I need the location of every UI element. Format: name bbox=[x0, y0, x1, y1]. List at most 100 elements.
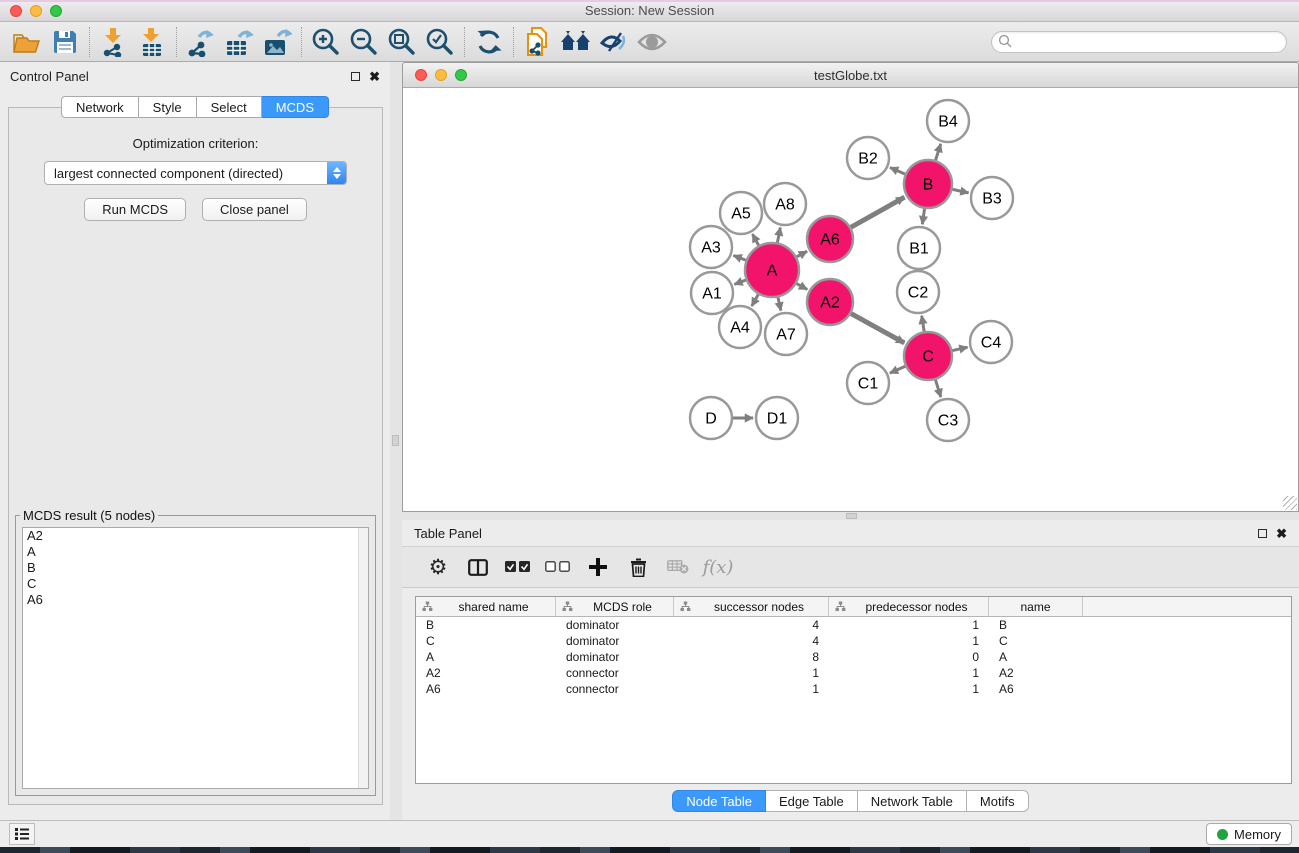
table-cell[interactable]: C bbox=[989, 633, 1083, 649]
table-cell[interactable]: C bbox=[416, 633, 556, 649]
clone-network-button[interactable] bbox=[519, 25, 557, 59]
graph-edge-A-A6[interactable] bbox=[796, 251, 807, 257]
network-graph[interactable]: ABCA2A6A1A3A4A5A7A8B1B2B3B4C1C2C3C4DD1 bbox=[403, 88, 1298, 510]
vertical-splitter[interactable] bbox=[390, 62, 402, 820]
zoom-in-button[interactable] bbox=[307, 25, 345, 59]
table-row[interactable]: A6connector11A6 bbox=[416, 681, 1291, 697]
network-canvas[interactable]: ABCA2A6A1A3A4A5A7A8B1B2B3B4C1C2C3C4DD1 bbox=[402, 88, 1299, 512]
export-network-button[interactable] bbox=[182, 25, 220, 59]
tab-network-table[interactable]: Network Table bbox=[858, 790, 967, 812]
table-row[interactable]: Bdominator41B bbox=[416, 617, 1291, 633]
select-all-columns-button[interactable] bbox=[500, 550, 536, 584]
graph-edge-C-C1[interactable] bbox=[890, 366, 906, 373]
table-row[interactable]: A2connector11A2 bbox=[416, 665, 1291, 681]
unselect-all-columns-button[interactable] bbox=[540, 550, 576, 584]
zoom-selected-button[interactable] bbox=[421, 25, 459, 59]
result-list-item[interactable]: A bbox=[23, 544, 368, 560]
zoom-fit-button[interactable] bbox=[383, 25, 421, 59]
graph-edge-C-C2[interactable] bbox=[922, 316, 925, 333]
table-cell[interactable]: A6 bbox=[989, 681, 1083, 697]
zoom-out-button[interactable] bbox=[345, 25, 383, 59]
table-cell[interactable]: 0 bbox=[829, 649, 989, 665]
result-list-item[interactable]: A2 bbox=[23, 528, 368, 544]
table-cell[interactable]: A bbox=[989, 649, 1083, 665]
table-cell[interactable]: B bbox=[416, 617, 556, 633]
graph-edge-A-A7[interactable] bbox=[778, 296, 781, 310]
table-cell[interactable]: dominator bbox=[556, 633, 674, 649]
graph-edge-A-A5[interactable] bbox=[752, 234, 759, 246]
close-panel-button[interactable]: Close panel bbox=[202, 198, 307, 221]
table-cell[interactable]: connector bbox=[556, 681, 674, 697]
delete-column-button[interactable] bbox=[620, 550, 656, 584]
table-row[interactable]: Adominator80A bbox=[416, 649, 1291, 665]
result-list-item[interactable]: A6 bbox=[23, 592, 368, 608]
column-header-successor-nodes[interactable]: successor nodes bbox=[674, 597, 829, 616]
graph-edge-B-B2[interactable] bbox=[890, 168, 906, 175]
show-column-panel-button[interactable] bbox=[460, 550, 496, 584]
table-cell[interactable]: dominator bbox=[556, 649, 674, 665]
column-header-shared-name[interactable]: shared name bbox=[416, 597, 556, 616]
graph-edge-A-A1[interactable] bbox=[734, 280, 746, 285]
column-header-MCDS-role[interactable]: MCDS role bbox=[556, 597, 674, 616]
function-builder-button[interactable]: f(x) bbox=[700, 550, 736, 584]
splitter-grip-icon[interactable] bbox=[846, 513, 857, 519]
table-cell[interactable]: 1 bbox=[674, 665, 829, 681]
network-window-titlebar[interactable]: testGlobe.txt bbox=[402, 62, 1299, 88]
table-cell[interactable]: A bbox=[416, 649, 556, 665]
graphics-details-button[interactable] bbox=[595, 25, 633, 59]
home-view-button[interactable] bbox=[557, 25, 595, 59]
table-cell[interactable]: B bbox=[989, 617, 1083, 633]
result-list-item[interactable]: B bbox=[23, 560, 368, 576]
tab-network[interactable]: Network bbox=[61, 96, 139, 118]
refresh-view-button[interactable] bbox=[470, 25, 508, 59]
tab-mcds[interactable]: MCDS bbox=[262, 96, 329, 118]
table-cell[interactable]: 4 bbox=[674, 633, 829, 649]
export-table-button[interactable] bbox=[220, 25, 258, 59]
column-header-predecessor-nodes[interactable]: predecessor nodes bbox=[829, 597, 989, 616]
import-table-button[interactable] bbox=[133, 25, 171, 59]
graph-edge-C-C3[interactable] bbox=[935, 379, 941, 397]
graph-edge-B-B1[interactable] bbox=[922, 208, 924, 224]
table-cell[interactable]: 1 bbox=[829, 665, 989, 681]
table-cell[interactable]: 8 bbox=[674, 649, 829, 665]
table-cell[interactable]: 4 bbox=[674, 617, 829, 633]
table-options-button[interactable]: ⚙ bbox=[420, 550, 456, 584]
result-scrollbar[interactable] bbox=[358, 528, 368, 788]
search-input[interactable] bbox=[1013, 33, 1286, 51]
window-resize-grip[interactable] bbox=[1283, 496, 1297, 510]
open-file-button[interactable] bbox=[8, 25, 46, 59]
result-list-item[interactable]: C bbox=[23, 576, 368, 592]
graph-edge-A-A3[interactable] bbox=[733, 255, 746, 260]
mcds-result-list[interactable]: A2ABCA6 bbox=[22, 527, 369, 789]
table-cell[interactable]: connector bbox=[556, 665, 674, 681]
horizontal-splitter[interactable] bbox=[402, 512, 1299, 520]
graph-edge-B-B3[interactable] bbox=[951, 189, 968, 193]
close-panel-icon[interactable]: ✖ bbox=[369, 72, 380, 81]
column-header-name[interactable]: name bbox=[989, 597, 1083, 616]
delete-table-button[interactable] bbox=[660, 550, 696, 584]
graph-edge-A-A4[interactable] bbox=[752, 294, 759, 307]
float-panel-icon[interactable] bbox=[1258, 529, 1267, 538]
graph-edge-A6-B[interactable] bbox=[850, 197, 904, 228]
run-mcds-button[interactable]: Run MCDS bbox=[84, 198, 186, 221]
close-panel-icon[interactable]: ✖ bbox=[1276, 529, 1287, 538]
tab-select[interactable]: Select bbox=[197, 96, 262, 118]
table-cell[interactable]: A6 bbox=[416, 681, 556, 697]
float-panel-icon[interactable] bbox=[351, 72, 360, 81]
table-cell[interactable]: A2 bbox=[416, 665, 556, 681]
table-cell[interactable]: 1 bbox=[829, 681, 989, 697]
memory-button[interactable]: Memory bbox=[1206, 823, 1292, 845]
create-column-button[interactable] bbox=[580, 550, 616, 584]
table-cell[interactable]: 1 bbox=[829, 617, 989, 633]
table-cell[interactable]: A2 bbox=[989, 665, 1083, 681]
table-cell[interactable]: 1 bbox=[829, 633, 989, 649]
tab-edge-table[interactable]: Edge Table bbox=[766, 790, 858, 812]
graph-edge-A2-C[interactable] bbox=[850, 313, 904, 343]
tab-motifs[interactable]: Motifs bbox=[967, 790, 1029, 812]
table-cell[interactable]: 1 bbox=[674, 681, 829, 697]
table-row[interactable]: Cdominator41C bbox=[416, 633, 1291, 649]
tab-style[interactable]: Style bbox=[139, 96, 197, 118]
graph-edge-A-A8[interactable] bbox=[777, 228, 780, 244]
import-network-button[interactable] bbox=[95, 25, 133, 59]
export-image-button[interactable] bbox=[258, 25, 296, 59]
